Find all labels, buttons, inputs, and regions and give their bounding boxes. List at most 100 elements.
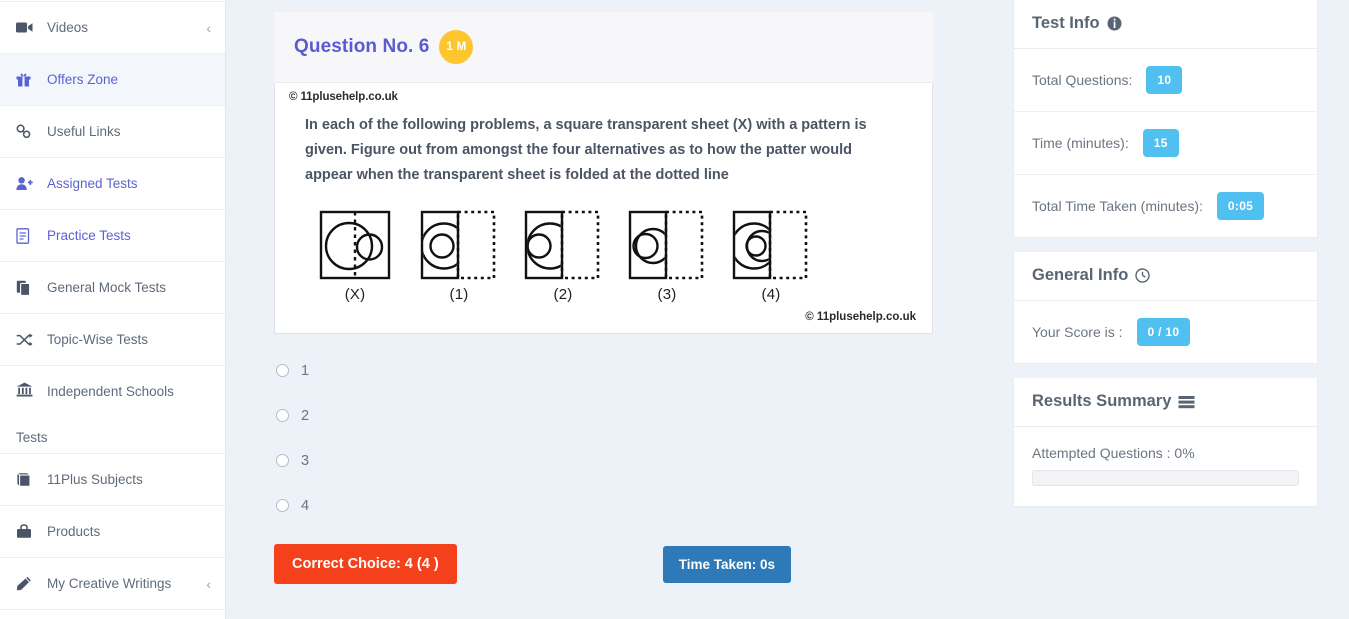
option-label: 1 xyxy=(301,362,310,379)
sidebar-item-my-creative-writings[interactable]: My Creative Writings ‹ xyxy=(0,558,225,610)
question-header: Question No. 6 1 M xyxy=(274,12,933,83)
answer-options: 1 2 3 4 xyxy=(274,334,987,528)
results-summary-body: Attempted Questions : 0% xyxy=(1014,427,1317,506)
option-radio-4[interactable] xyxy=(276,499,289,512)
figure-label: (1) xyxy=(449,286,469,303)
list-icon xyxy=(1178,395,1195,409)
test-info-heading: Test Info xyxy=(1014,0,1317,49)
question-text: In each of the following problems, a squ… xyxy=(305,117,867,183)
option-label: 2 xyxy=(301,407,310,424)
option-radio-3[interactable] xyxy=(276,454,289,467)
figure-option-2-svg xyxy=(524,210,600,280)
results-summary-heading: Results Summary xyxy=(1014,378,1317,427)
sidebar-item-label: Topic-Wise Tests xyxy=(47,332,149,347)
general-info-heading-text: General Info xyxy=(1032,266,1129,284)
sidebar-item-videos[interactable]: Videos ‹ xyxy=(0,2,225,54)
test-info-panel: Test Info Total Questions: 10 Time (minu… xyxy=(1013,0,1318,238)
sidebar-item-practice-tests[interactable]: Practice Tests xyxy=(0,210,225,262)
link-icon xyxy=(16,124,38,139)
option-row[interactable]: 4 xyxy=(274,483,987,528)
row-label: Time (minutes): xyxy=(1032,135,1129,151)
attempted-questions-label: Attempted Questions : 0% xyxy=(1032,445,1195,461)
question-body: © 11plusehelp.co.uk In each of the follo… xyxy=(274,83,933,334)
sidebar-item-11plus-subjects[interactable]: 11Plus Subjects xyxy=(0,454,225,506)
figure-row: (X) (1) (2) (3) (4) xyxy=(289,188,918,303)
bank-icon xyxy=(16,382,38,397)
watermark-top: © 11plusehelp.co.uk xyxy=(289,91,398,103)
row-label: Total Time Taken (minutes): xyxy=(1032,198,1203,214)
sidebar-item-useful-links[interactable]: Useful Links xyxy=(0,106,225,158)
option-row[interactable]: 2 xyxy=(274,393,987,438)
sidebar-item-label: Products xyxy=(47,524,101,539)
copy-icon xyxy=(16,280,38,296)
general-info-panel: General Info Your Score is : 0 / 10 xyxy=(1013,252,1318,364)
sidebar-item-topic-wise-tests[interactable]: Topic-Wise Tests xyxy=(0,314,225,366)
figure-label: (2) xyxy=(553,286,573,303)
question-card: Question No. 6 1 M © 11plusehelp.co.uk I… xyxy=(274,12,933,334)
figure-option-3: (3) xyxy=(615,210,719,303)
option-radio-1[interactable] xyxy=(276,364,289,377)
clock-icon xyxy=(1135,268,1150,283)
action-button-row: Correct Choice: 4 (4 ) Time Taken: 0s xyxy=(274,544,933,584)
sidebar-item-label: General Mock Tests xyxy=(47,280,167,295)
results-summary-heading-text: Results Summary xyxy=(1032,392,1172,410)
sidebar-item-label: Assigned Tests xyxy=(47,176,138,191)
sidebar-item-label: Useful Links xyxy=(47,124,121,139)
sidebar-item-label: Practice Tests xyxy=(47,228,131,243)
figure-option-3-svg xyxy=(628,210,704,280)
book-icon xyxy=(16,472,38,487)
results-summary-panel: Results Summary Attempted Questions : 0% xyxy=(1013,378,1318,507)
sidebar-item-label-line2: Tests xyxy=(16,429,48,445)
option-row[interactable]: 1 xyxy=(274,348,987,393)
option-label: 4 xyxy=(301,497,310,514)
time-minutes-value: 15 xyxy=(1142,129,1179,157)
figure-option-1: (1) xyxy=(407,210,511,303)
general-info-heading: General Info xyxy=(1014,252,1317,301)
sidebar-item-products[interactable]: Products xyxy=(0,506,225,558)
option-label: 3 xyxy=(301,452,310,469)
gift-icon xyxy=(16,72,38,87)
sidebar-item-general-mock-tests[interactable]: General Mock Tests xyxy=(0,262,225,314)
test-info-row-total-questions: Total Questions: 10 xyxy=(1014,49,1317,112)
pencil-icon xyxy=(16,576,38,591)
sidebar-item-label: 11Plus Subjects xyxy=(47,472,143,487)
chevron-left-icon[interactable]: ‹ xyxy=(206,21,211,35)
info-circle-icon xyxy=(1107,16,1122,31)
sidebar-item-label: My Creative Writings xyxy=(47,576,172,591)
figure-label: (4) xyxy=(761,286,781,303)
watermark-bottom: © 11plusehelp.co.uk xyxy=(805,311,916,323)
sidebar-item-label: Offers Zone xyxy=(47,72,119,87)
video-icon xyxy=(16,21,38,34)
test-info-heading-text: Test Info xyxy=(1032,14,1100,32)
total-questions-value: 10 xyxy=(1146,66,1183,94)
marks-badge: 1 M xyxy=(439,30,474,64)
chevron-left-icon[interactable]: ‹ xyxy=(206,577,211,591)
document-icon xyxy=(16,227,38,244)
general-info-row-score: Your Score is : 0 / 10 xyxy=(1014,301,1317,363)
test-info-row-total-time-taken: Total Time Taken (minutes): 0:05 xyxy=(1014,175,1317,237)
figure-option-4: (4) xyxy=(719,210,823,303)
app-root: Videos ‹ Offers Zone Useful Links Assign… xyxy=(0,0,1349,619)
figure-label: (3) xyxy=(657,286,677,303)
test-info-row-time: Time (minutes): 15 xyxy=(1014,112,1317,175)
user-plus-icon xyxy=(16,176,38,191)
correct-choice-button[interactable]: Correct Choice: 4 (4 ) xyxy=(274,544,457,584)
main-content: Question No. 6 1 M © 11plusehelp.co.uk I… xyxy=(226,0,1009,619)
figure-option-2: (2) xyxy=(511,210,615,303)
figure-option-4-svg xyxy=(732,210,808,280)
option-row[interactable]: 3 xyxy=(274,438,987,483)
sidebar-item-assigned-tests[interactable]: Assigned Tests xyxy=(0,158,225,210)
figure-option-1-svg xyxy=(420,210,496,280)
total-time-taken-value: 0:05 xyxy=(1216,192,1265,220)
attempted-questions-progress xyxy=(1032,470,1299,486)
sidebar-item-offers-zone[interactable]: Offers Zone xyxy=(0,54,225,106)
figure-x-svg xyxy=(319,210,391,280)
bag-icon xyxy=(16,524,38,539)
right-panel: Test Info Total Questions: 10 Time (minu… xyxy=(1009,0,1349,619)
score-value: 0 / 10 xyxy=(1136,318,1191,346)
option-radio-2[interactable] xyxy=(276,409,289,422)
figure-x: (X) xyxy=(303,210,407,303)
time-taken-button[interactable]: Time Taken: 0s xyxy=(662,545,791,583)
sidebar-item-independent-schools-tests[interactable]: Independent Schools Tests xyxy=(0,366,225,454)
question-title: Question No. 6 xyxy=(294,36,430,57)
